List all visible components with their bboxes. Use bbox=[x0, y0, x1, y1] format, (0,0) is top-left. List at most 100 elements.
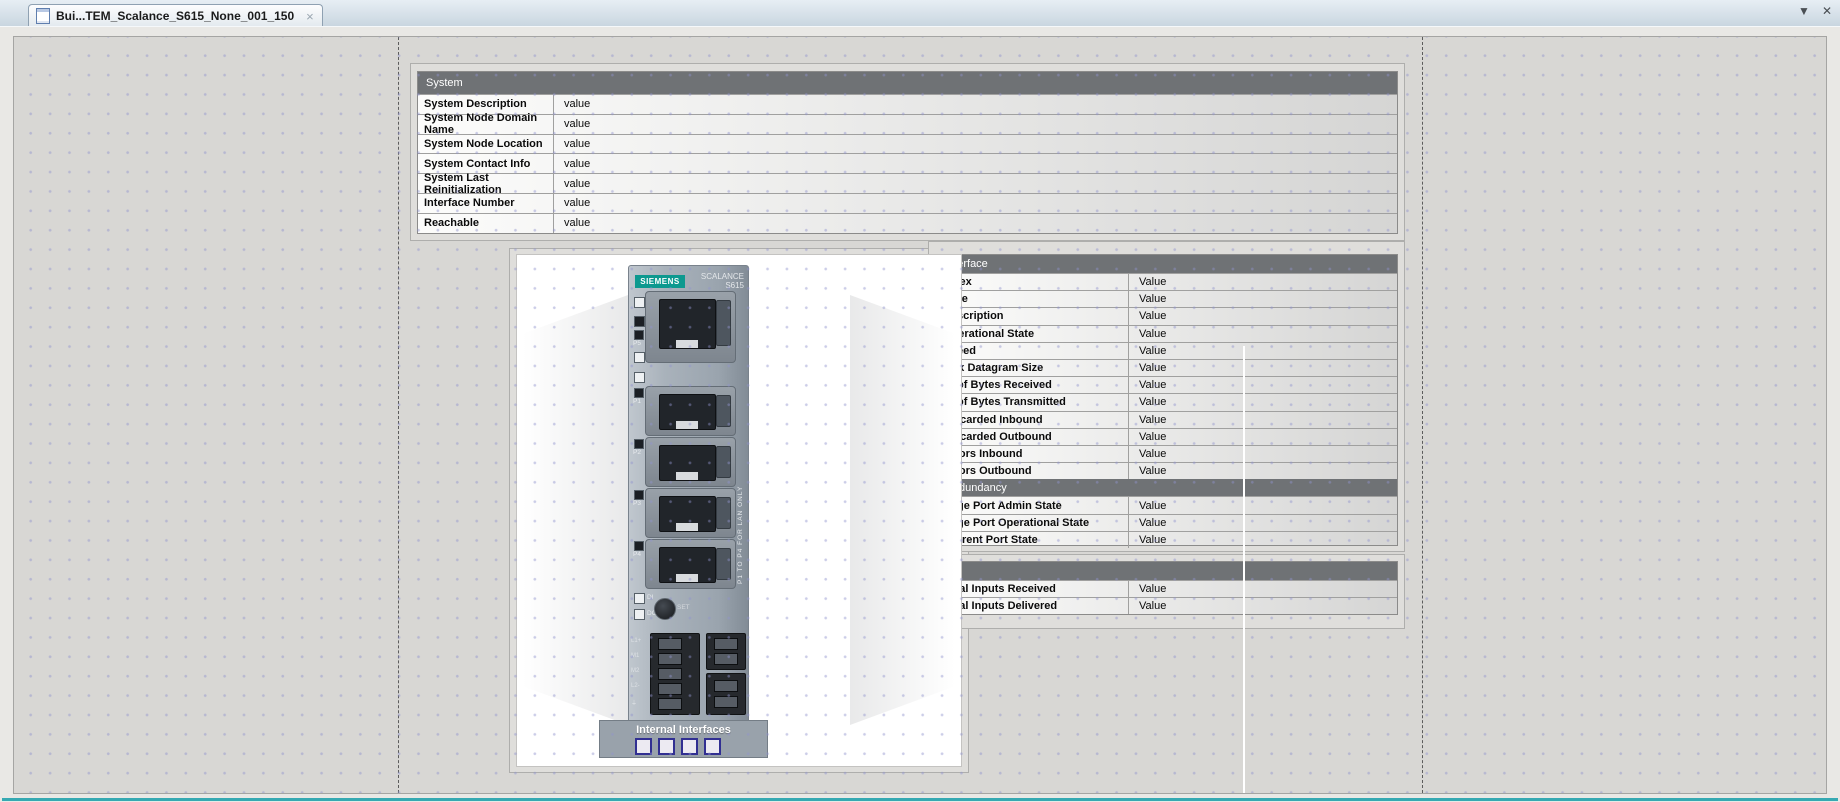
table-row: Reachablevalue bbox=[418, 213, 1397, 233]
row-label: N. of Bytes Received bbox=[937, 377, 1129, 393]
internal-interface-square-1 bbox=[635, 738, 652, 755]
row-value: Value bbox=[1129, 360, 1166, 376]
rj45-port-p2 bbox=[645, 437, 736, 487]
faceplate-right-dashed-border bbox=[1422, 37, 1423, 793]
di-terminal-block bbox=[706, 633, 746, 670]
row-label: Max Datagram Size bbox=[937, 360, 1129, 376]
row-value: Value bbox=[1129, 446, 1166, 462]
p3-port-label: P3 bbox=[633, 500, 641, 507]
row-label: Interface Number bbox=[418, 194, 554, 213]
terminal-pin bbox=[658, 668, 682, 680]
window-controls: ▼ ✕ bbox=[1798, 4, 1832, 18]
row-label: Total Inputs Delivered bbox=[937, 598, 1129, 614]
row-label: Description bbox=[937, 308, 1129, 324]
row-value: Value bbox=[1129, 532, 1166, 548]
p2-led bbox=[634, 439, 644, 449]
row-value: value bbox=[554, 95, 590, 114]
row-value: value bbox=[554, 135, 590, 154]
model-line1: SCALANCE bbox=[701, 272, 744, 281]
row-value: value bbox=[554, 194, 590, 213]
row-value: Value bbox=[1129, 343, 1166, 359]
row-label: Reachable bbox=[418, 214, 554, 233]
table-row: System Node Domain Namevalue bbox=[418, 114, 1397, 134]
status-led-2 bbox=[634, 372, 645, 383]
row-label: Errors Inbound bbox=[937, 446, 1129, 462]
internal-interfaces-panel: Internal Interfaces bbox=[599, 720, 768, 758]
table-row: Current Port StateValue bbox=[937, 531, 1397, 548]
terminal-pin bbox=[714, 680, 738, 692]
di-led-label: DI bbox=[647, 594, 654, 601]
siemens-logo: SIEMENS bbox=[635, 275, 685, 288]
row-label: Errors Outbound bbox=[937, 463, 1129, 479]
row-value: Value bbox=[1129, 377, 1166, 393]
internal-interface-square-4 bbox=[704, 738, 721, 755]
tab-faceplate[interactable]: Bui...TEM_Scalance_S615_None_001_150 × bbox=[28, 4, 323, 27]
terminal-pin bbox=[658, 683, 682, 695]
table-row: System Descriptionvalue bbox=[418, 94, 1397, 114]
row-value: Value bbox=[1129, 497, 1166, 513]
port-latch bbox=[716, 395, 731, 427]
table-row: Discarded InboundValue bbox=[937, 411, 1397, 428]
terminal-label-l2: L2- bbox=[631, 683, 640, 689]
terminal-label-m2: M2 bbox=[631, 668, 639, 674]
editor-close-icon[interactable]: ✕ bbox=[1822, 4, 1832, 18]
row-label: System Node Location bbox=[418, 135, 554, 154]
row-label: System Description bbox=[418, 95, 554, 114]
port-latch bbox=[716, 300, 731, 346]
row-label: Discarded Outbound bbox=[937, 429, 1129, 445]
guide-line[interactable] bbox=[1243, 346, 1245, 793]
editor-frame: System System Descriptionvalue System No… bbox=[0, 26, 1840, 802]
p2-port-label: P2 bbox=[633, 449, 641, 456]
row-label: Discarded Inbound bbox=[937, 412, 1129, 428]
device-body: SIEMENS SCALANCE S615 F L P5 bbox=[628, 265, 749, 724]
terminal-pin bbox=[714, 653, 738, 665]
terminal-pin bbox=[658, 653, 682, 665]
faceplate-editor-window: Bui...TEM_Scalance_S615_None_001_150 × ▼… bbox=[0, 0, 1840, 801]
terminal-label-l1: L1+ bbox=[631, 638, 641, 644]
faceplate-left-dashed-border bbox=[398, 37, 399, 793]
row-value: Value bbox=[1129, 274, 1166, 290]
table-row: Max Datagram SizeValue bbox=[937, 359, 1397, 376]
table-row: Total Inputs ReceivedValue bbox=[937, 580, 1397, 597]
table-row: Total Inputs DeliveredValue bbox=[937, 597, 1397, 614]
interface-table[interactable]: Interface IndexValue TypeValue Descripti… bbox=[936, 254, 1398, 546]
table-row: SpeedValue bbox=[937, 342, 1397, 359]
set-button-label: SET bbox=[677, 604, 690, 611]
table-row: N. of Bytes TransmittedValue bbox=[937, 393, 1397, 410]
device-model-label: SCALANCE S615 bbox=[701, 272, 744, 290]
tab-title: Bui...TEM_Scalance_S615_None_001_150 bbox=[56, 9, 294, 23]
row-value: value bbox=[554, 214, 590, 233]
port-latch bbox=[716, 548, 731, 580]
rj45-socket bbox=[659, 394, 716, 430]
row-label: System Contact Info bbox=[418, 154, 554, 173]
row-label: Operational State bbox=[937, 326, 1129, 342]
internal-interface-square-2 bbox=[658, 738, 675, 755]
system-table[interactable]: System System Descriptionvalue System No… bbox=[417, 71, 1398, 234]
internal-interfaces-label: Internal Interfaces bbox=[600, 724, 767, 736]
row-label: Type bbox=[937, 291, 1129, 307]
table-row: Interface Numbervalue bbox=[418, 193, 1397, 213]
row-label: Speed bbox=[937, 343, 1129, 359]
device-shadow-right bbox=[850, 295, 955, 725]
row-value: value bbox=[554, 154, 590, 173]
power-terminal-block bbox=[650, 633, 700, 715]
port-latch bbox=[716, 446, 731, 478]
design-canvas[interactable]: System System Descriptionvalue System No… bbox=[13, 36, 1827, 794]
rj45-socket bbox=[659, 445, 716, 481]
scalance-device-image[interactable]: SIEMENS SCALANCE S615 F L P5 bbox=[516, 254, 962, 767]
terminal-label-ground: ⏚ bbox=[631, 698, 637, 707]
rj45-socket bbox=[659, 496, 716, 532]
row-label: N. of Bytes Transmitted bbox=[937, 394, 1129, 410]
row-value: Value bbox=[1129, 412, 1166, 428]
system-header-label: System bbox=[426, 77, 463, 89]
table-row: N. of Bytes ReceivedValue bbox=[937, 376, 1397, 393]
editor-menu-icon[interactable]: ▼ bbox=[1798, 4, 1810, 18]
do-led bbox=[634, 609, 645, 620]
table-row: System Node Locationvalue bbox=[418, 134, 1397, 154]
rj45-port-p1 bbox=[645, 386, 736, 436]
do-terminal-block bbox=[706, 673, 746, 715]
tab-close-icon[interactable]: × bbox=[306, 9, 314, 24]
table-row: Errors OutboundValue bbox=[937, 462, 1397, 479]
row-value: Value bbox=[1129, 326, 1166, 342]
ip-table[interactable]: IP Total Inputs ReceivedValue Total Inpu… bbox=[936, 561, 1398, 615]
